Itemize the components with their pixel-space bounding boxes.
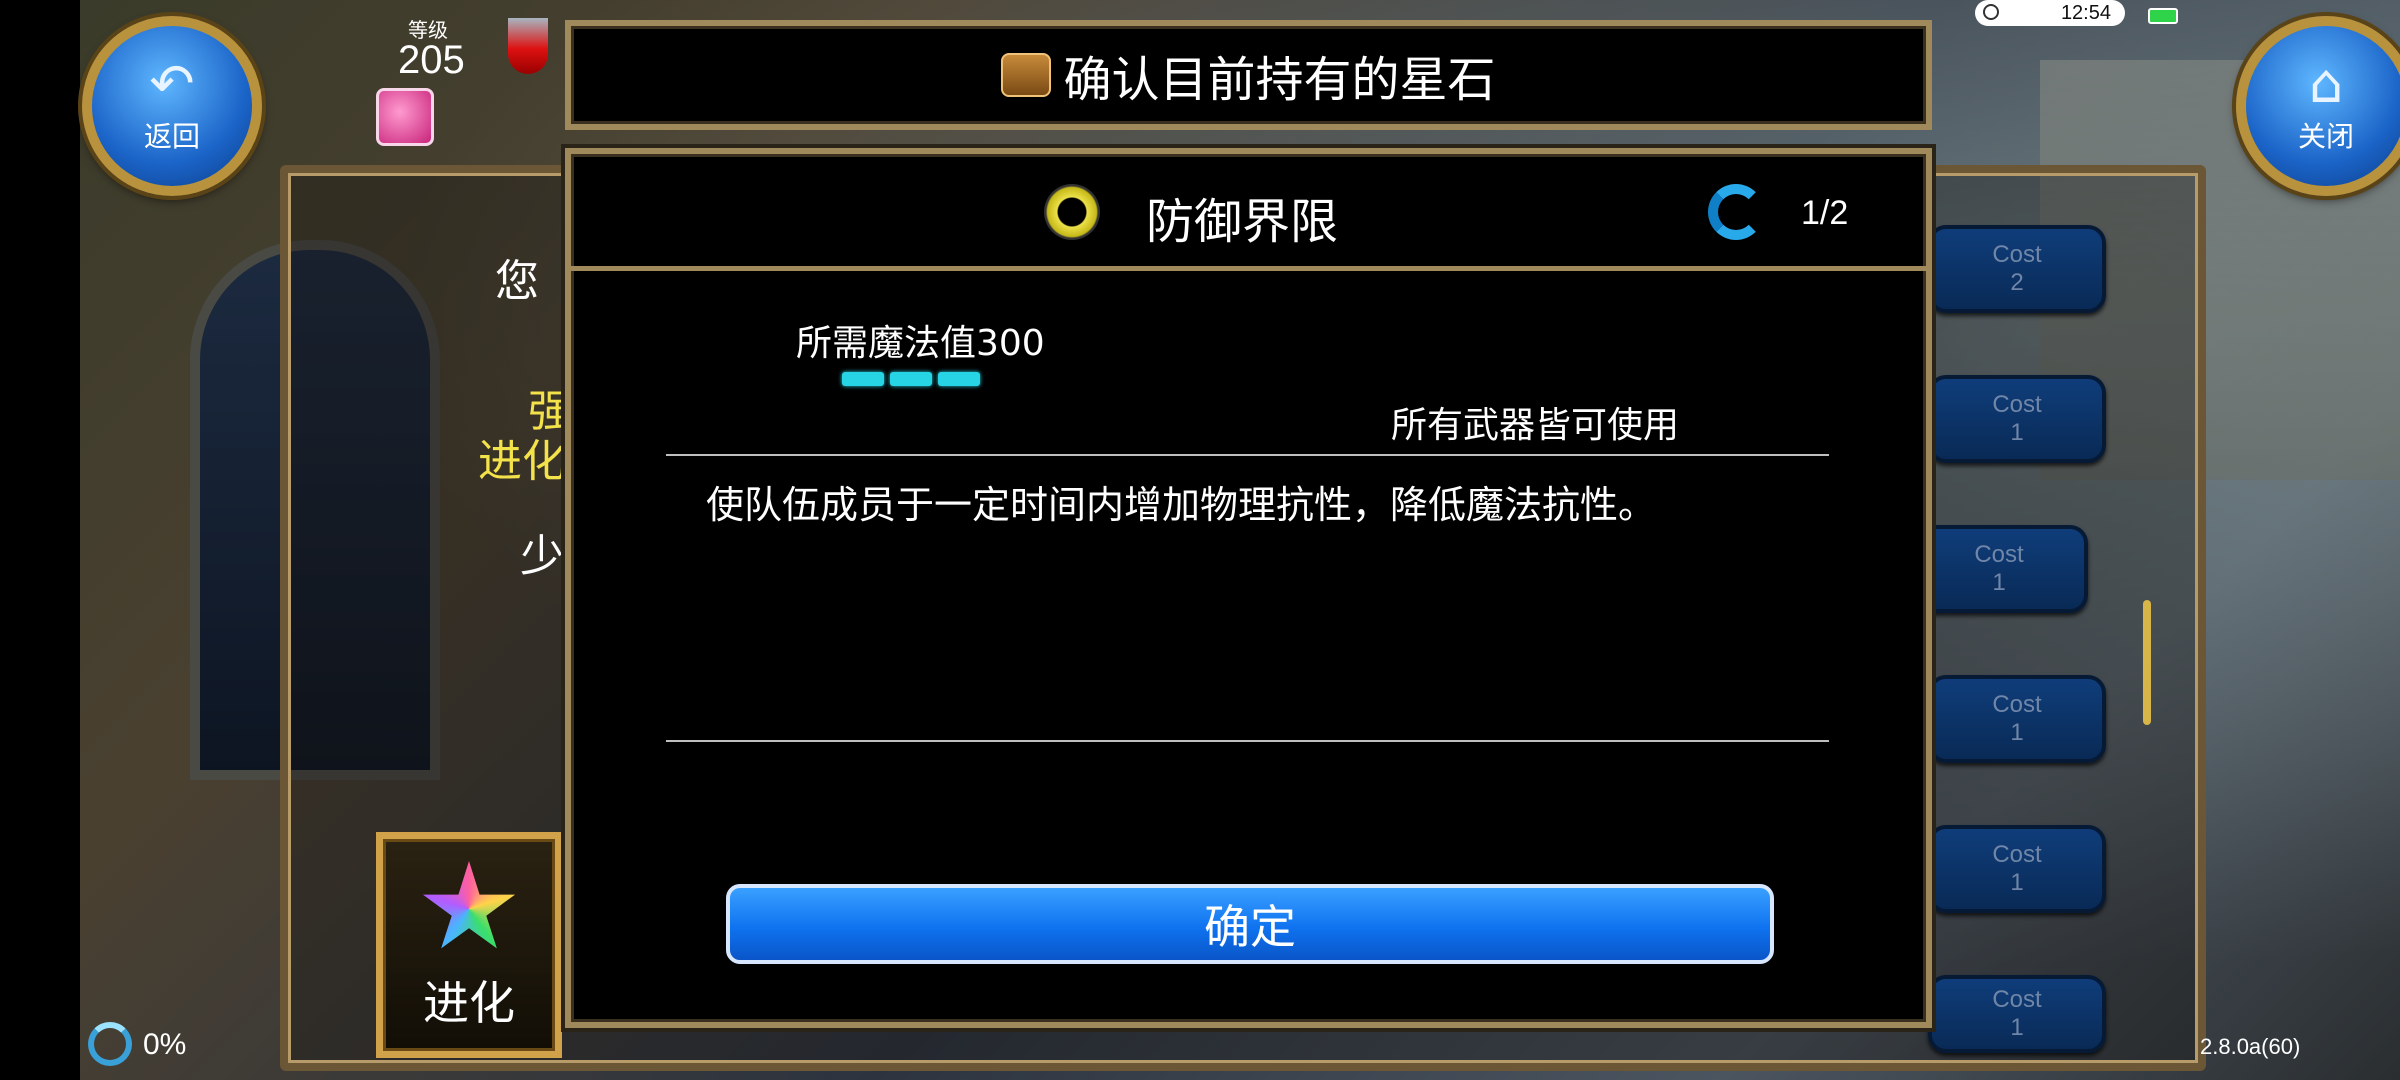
cost-label: Cost bbox=[1992, 241, 2042, 268]
back-button-label: 返回 bbox=[143, 120, 200, 153]
back-arrow-icon: ↶ bbox=[149, 52, 195, 115]
title-bar: 确认目前持有的星石 bbox=[565, 20, 1932, 130]
back-button[interactable]: ↶ 返回 bbox=[82, 16, 262, 196]
level-value: 205 bbox=[398, 38, 465, 82]
page-title: 确认目前持有的星石 bbox=[1063, 52, 1496, 108]
cost-label: Cost bbox=[1992, 841, 2042, 868]
refresh-icon[interactable] bbox=[1708, 184, 1764, 240]
cost-button[interactable]: Cost 1 bbox=[1928, 975, 2106, 1053]
mp-gauge bbox=[842, 372, 980, 386]
confirm-label: 确定 bbox=[1204, 900, 1296, 954]
status-time: 12:54 bbox=[2060, 1, 2111, 24]
hexagon-shield-icon bbox=[1044, 184, 1100, 240]
skill-detail-dialog: 防御界限 1/2 所需魔法值300 所有武器皆可使用 使队伍成员于一定时间内增加… bbox=[565, 148, 1932, 1028]
cost-button[interactable]: Cost 1 bbox=[1928, 825, 2106, 913]
cost-button[interactable]: Cost 2 bbox=[1928, 225, 2106, 313]
confirm-button[interactable]: 确定 bbox=[726, 884, 1774, 964]
background-text: 您 bbox=[495, 256, 539, 307]
evolve-label: 进化 bbox=[423, 976, 515, 1030]
cost-button[interactable]: Cost 1 bbox=[1910, 525, 2088, 613]
loading-icon bbox=[88, 1022, 132, 1066]
cost-value: 1 bbox=[2010, 719, 2024, 746]
star-icon bbox=[422, 861, 516, 949]
divider bbox=[666, 454, 1829, 456]
cost-value: 1 bbox=[2010, 869, 2024, 896]
cost-label: Cost bbox=[1974, 541, 2024, 568]
cost-value: 1 bbox=[2010, 419, 2024, 446]
cost-label: Cost bbox=[1992, 986, 2042, 1013]
divider bbox=[666, 740, 1829, 742]
home-icon: ⌂ bbox=[2308, 52, 2344, 115]
loading-percent: 0% bbox=[143, 1028, 187, 1061]
dialog-header: 防御界限 1/2 bbox=[571, 154, 1926, 271]
mp-gauge-segment bbox=[842, 372, 884, 386]
background-text: 少 bbox=[520, 531, 564, 582]
cost-button[interactable]: Cost 1 bbox=[1928, 375, 2106, 463]
evolve-button[interactable]: 进化 bbox=[376, 832, 562, 1058]
mp-gauge-segment bbox=[890, 372, 932, 386]
close-button-label: 关闭 bbox=[2297, 120, 2354, 153]
cost-label: Cost bbox=[1992, 391, 2042, 418]
skill-name: 防御界限 bbox=[1146, 194, 1339, 250]
skill-description: 使队伍成员于一定时间内增加物理抗性，降低魔法抗性。 bbox=[706, 483, 1657, 527]
list-scrollbar[interactable] bbox=[2143, 600, 2151, 725]
weapon-note: 所有武器皆可使用 bbox=[1391, 405, 1680, 446]
battery-icon bbox=[2148, 8, 2178, 24]
bag-icon bbox=[1001, 53, 1052, 97]
status-bar: 12:54 bbox=[1975, 0, 2125, 26]
background-text: 进化 bbox=[478, 436, 566, 487]
cost-button[interactable]: Cost 1 bbox=[1928, 675, 2106, 763]
mp-required-label: 所需魔法值300 bbox=[796, 323, 1045, 364]
cost-value: 1 bbox=[1992, 569, 2006, 596]
alarm-icon bbox=[1983, 4, 1999, 20]
potion-icon bbox=[508, 18, 548, 74]
page-indicator: 1/2 bbox=[1801, 194, 1849, 232]
gift-icon[interactable] bbox=[376, 88, 434, 146]
cost-label: Cost bbox=[1992, 691, 2042, 718]
cost-value: 1 bbox=[2010, 1014, 2024, 1041]
mp-gauge-segment bbox=[938, 372, 980, 386]
version-label: 2.8.0a(60) bbox=[2200, 1034, 2301, 1059]
cost-value: 2 bbox=[2010, 269, 2024, 296]
